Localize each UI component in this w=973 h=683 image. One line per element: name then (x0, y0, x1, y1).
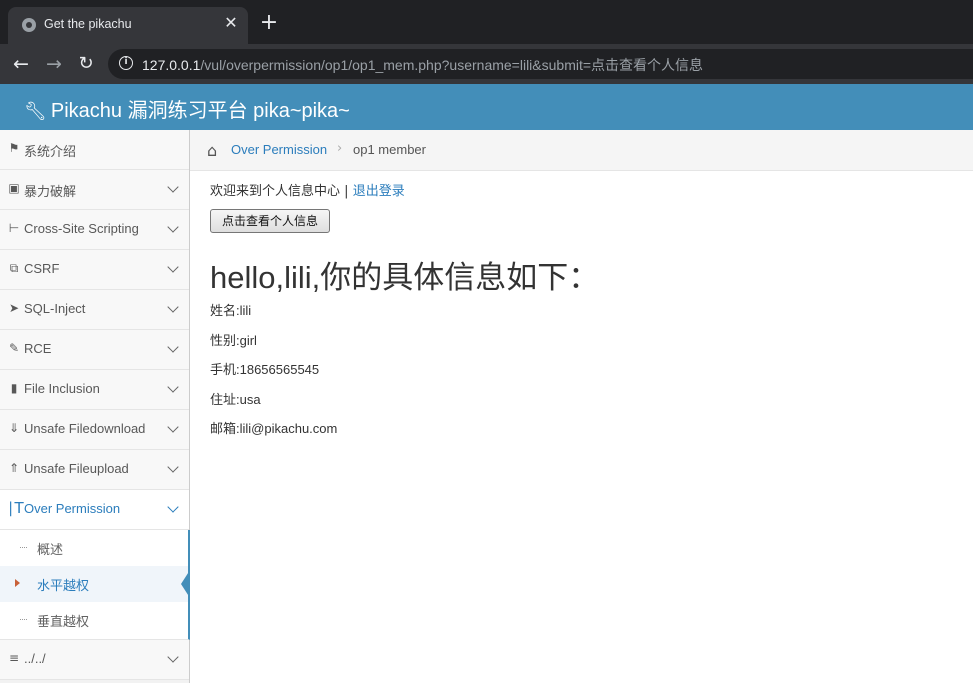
sidebar-item-intro[interactable]: ⚑ 系统介绍 (0, 130, 189, 170)
chevron-down-icon (167, 421, 179, 433)
url-text: 127.0.0.1/vul/overpermission/op1/op1_mem… (142, 55, 703, 75)
chevron-down-icon (167, 221, 179, 233)
sidebar-item-label: File Inclusion (24, 381, 100, 396)
view-info-button[interactable]: 点击查看个人信息 (210, 209, 330, 233)
submenu-item-vertical[interactable]: 垂直越权 (0, 602, 188, 638)
welcome-line: 欢迎来到个人信息中心 | 退出登录 (210, 180, 405, 199)
globe-icon (22, 18, 36, 32)
breadcrumb-parent-link[interactable]: Over Permission (231, 142, 327, 157)
submenu-item-label: 水平越权 (37, 579, 90, 594)
sitemap-icon: ⊢ (8, 221, 20, 235)
external-link-icon: ⧉ (9, 261, 19, 275)
tags-icon: ⚑ (8, 141, 20, 155)
info-address: 住址:usa (210, 392, 261, 407)
home-icon[interactable]: ⌂ (207, 141, 217, 160)
url-input[interactable]: i 127.0.0.1/vul/overpermission/op1/op1_m… (108, 49, 973, 79)
close-tab-icon[interactable]: ✕ (222, 14, 240, 32)
chevron-down-icon (167, 381, 179, 393)
submenu-over-permission: 概述 水平越权 垂直越权 (0, 530, 190, 640)
plane-icon: ➤ (8, 301, 20, 315)
sidebar-item-file-inclusion[interactable]: ▮ File Inclusion (0, 370, 189, 410)
sidebar-item-label: SQL-Inject (24, 301, 86, 316)
url-path: /vul/overpermission/op1/op1_mem.php?user… (200, 57, 704, 73)
greeting-heading: hello,lili,你的具体信息如下： (210, 260, 600, 295)
info-phone: 手机:18656565545 (210, 362, 320, 377)
sidebar-item-label: Unsafe Fileupload (24, 461, 129, 476)
submenu-item-label: 概述 (37, 543, 64, 558)
info-gender: 性别:girl (210, 333, 257, 348)
download-icon: ⇓ (8, 421, 20, 435)
sidebar-item-label: Cross-Site Scripting (24, 221, 139, 236)
url-host: 127.0.0.1 (142, 57, 201, 73)
sidebar-item-dotdot[interactable]: ≡ ../../ (0, 640, 189, 680)
logout-link[interactable]: 退出登录 (353, 184, 405, 199)
sidebar-item-filedownload[interactable]: ⇓ Unsafe Filedownload (0, 410, 189, 450)
tab-title: Get the pikachu (44, 17, 132, 31)
chevron-up-icon (167, 501, 179, 513)
align-left-icon: ≡ (8, 651, 20, 665)
sidebar-item-csrf[interactable]: ⧉ CSRF (0, 250, 189, 290)
welcome-divider: | (344, 184, 349, 199)
lock-icon: ▣ (8, 181, 20, 195)
chevron-down-icon (167, 461, 179, 473)
reload-icon[interactable]: ↻ (74, 52, 98, 76)
chevron-down-icon (167, 301, 179, 313)
active-pointer (181, 570, 190, 598)
submenu-item-horizontal[interactable]: 水平越权 (0, 566, 190, 602)
info-email: 邮箱:lili@pikachu.com (210, 421, 338, 436)
breadcrumb: ⌂ Over Permission › op1 member (190, 130, 973, 171)
site-header: 🔧︎ Pikachu 漏洞练习平台 pika~pika~ (0, 84, 973, 130)
sidebar-item-sqli[interactable]: ➤ SQL-Inject (0, 290, 189, 330)
info-icon[interactable]: i (119, 56, 133, 70)
sidebar-item-xss[interactable]: ⊢ Cross-Site Scripting (0, 210, 189, 250)
forward-arrow-icon[interactable]: → (42, 52, 66, 76)
sidebar-item-rce[interactable]: ✎ RCE (0, 330, 189, 370)
browser-tab[interactable]: Get the pikachu ✕ (8, 7, 248, 44)
caret-right-icon (15, 579, 20, 587)
address-bar: ← → ↻ i 127.0.0.1/vul/overpermission/op1… (0, 44, 973, 84)
text-height-icon: ∣T (7, 499, 24, 517)
brand-title: Pikachu 漏洞练习平台 pika~pika~ (50, 100, 350, 122)
chevron-down-icon (167, 261, 179, 273)
sidebar-item-label: Unsafe Filedownload (24, 421, 146, 436)
sidebar-item-label: 系统介绍 (24, 144, 77, 159)
sidebar: ⚑ 系统介绍 ▣ 暴力破解 ⊢ Cross-Site Scripting ⧉ C… (0, 130, 190, 683)
sidebar-item-label: 暴力破解 (24, 184, 77, 199)
sidebar-item-bruteforce[interactable]: ▣ 暴力破解 (0, 170, 189, 210)
sidebar-item-over-permission[interactable]: ∣T Over Permission (0, 490, 189, 530)
breadcrumb-current: op1 member (353, 142, 426, 157)
chevron-down-icon (167, 341, 179, 353)
pencil-icon: ✎ (8, 341, 20, 355)
file-icon: ▮ (10, 381, 18, 395)
welcome-text: 欢迎来到个人信息中心 (210, 184, 341, 199)
sidebar-item-fileupload[interactable]: ⇑ Unsafe Fileupload (0, 450, 189, 490)
upload-icon: ⇑ (8, 461, 20, 475)
sidebar-item-label: CSRF (24, 261, 60, 276)
submenu-item-overview[interactable]: 概述 (0, 530, 188, 566)
sidebar-item-label: ../../ (24, 651, 46, 666)
wrench-icon: 🔧︎ (24, 101, 47, 121)
breadcrumb-separator: › (337, 141, 343, 156)
info-name: 姓名:lili (210, 303, 252, 318)
new-tab-button[interactable]: + (258, 12, 280, 34)
back-arrow-icon[interactable]: ← (9, 52, 33, 76)
sidebar-item-label: Over Permission (24, 501, 121, 516)
chevron-down-icon (167, 181, 179, 193)
browser-tab-bar: Get the pikachu ✕ + (0, 0, 973, 44)
site-brand[interactable]: 🔧︎ Pikachu 漏洞练习平台 pika~pika~ (24, 94, 350, 123)
chevron-down-icon (167, 651, 179, 663)
sidebar-item-label: RCE (24, 341, 52, 356)
submenu-item-label: 垂直越权 (37, 615, 90, 630)
